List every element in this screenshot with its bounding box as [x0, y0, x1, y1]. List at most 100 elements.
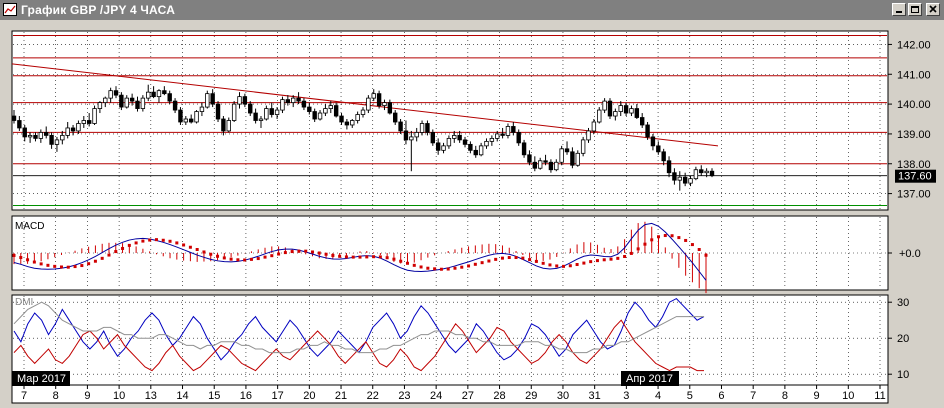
macd-signal-dot	[657, 235, 661, 239]
x-tick-label: 7	[21, 390, 27, 402]
candle-down	[49, 135, 54, 145]
x-tick-label: 9	[84, 390, 90, 402]
candle-up	[409, 136, 414, 141]
macd-signal-dot	[39, 262, 43, 266]
candle-down	[521, 142, 527, 156]
macd-signal-dot	[650, 238, 654, 242]
candle-down	[682, 176, 688, 184]
macd-signal-dot	[351, 255, 355, 259]
candle-up	[237, 96, 242, 105]
candle-down	[398, 121, 403, 132]
candle-up	[419, 123, 425, 133]
candle-up	[156, 90, 162, 98]
candle-up	[205, 93, 210, 108]
candle-up	[613, 111, 618, 117]
candle-down	[430, 132, 435, 144]
macd-signal-dot	[12, 253, 16, 257]
candle-up	[323, 108, 328, 114]
macd-signal-dot	[365, 255, 369, 259]
macd-signal-dot	[405, 261, 409, 265]
macd-signal-dot	[182, 243, 186, 247]
candle-down	[468, 143, 473, 151]
macd-signal-dot	[26, 258, 30, 262]
x-tick-label: 10	[842, 390, 854, 402]
candle-up	[226, 120, 231, 132]
macd-signal-dot	[677, 236, 681, 240]
x-tick-label: 30	[557, 390, 569, 402]
restore-button[interactable]	[908, 3, 922, 16]
candle-up	[371, 93, 376, 99]
chart-app-icon	[3, 3, 17, 16]
macd-signal-dot	[582, 261, 586, 265]
candle-up	[575, 152, 580, 166]
candle-down	[645, 124, 650, 138]
x-tick-label: 27	[462, 390, 474, 402]
candle-down	[242, 96, 248, 105]
candle-up	[54, 139, 60, 145]
macd-signal-dot	[358, 255, 362, 259]
candle-up	[559, 148, 564, 163]
macd-title: MACD	[15, 221, 44, 232]
macd-signal-dot	[304, 249, 308, 253]
chart-area[interactable]: 7 8 9 10 13 14 15 16 17 20 21 22 23 24 27 28 29 30 31 3 4 5 6 7…	[0, 20, 944, 408]
macd-signal-dot	[283, 251, 287, 255]
candle-down	[162, 90, 167, 95]
macd-signal-dot	[385, 256, 389, 260]
y-tick-label: 10	[897, 369, 909, 381]
candle-up	[355, 114, 360, 121]
macd-signal-dot	[256, 257, 260, 261]
candle-down	[221, 118, 226, 132]
candle-up	[103, 97, 108, 103]
candle-down	[376, 93, 382, 106]
candle-up	[280, 99, 285, 111]
candle-up	[382, 102, 387, 106]
candle-down	[285, 99, 291, 104]
candle-up	[146, 91, 151, 99]
macd-signal-dot	[697, 248, 701, 252]
title-bar[interactable]: График GBP /JPY 4 ЧАСА	[0, 0, 944, 20]
macd-signal-dot	[528, 258, 532, 262]
candle-down	[269, 108, 274, 115]
candle-down	[527, 154, 532, 163]
candle-down	[564, 148, 570, 153]
candle-up	[366, 97, 371, 111]
x-tick-label: 20	[303, 390, 315, 402]
close-button[interactable]	[926, 3, 940, 16]
dmi-pane	[11, 294, 889, 386]
x-tick-label: 8	[782, 390, 788, 402]
candle-down	[151, 91, 156, 98]
candle-down	[403, 130, 409, 141]
minimize-button[interactable]	[892, 3, 906, 16]
macd-signal-dot	[236, 258, 240, 262]
macd-signal-dot	[73, 265, 77, 269]
candle-down	[500, 133, 505, 136]
x-tick-label: 15	[208, 390, 220, 402]
macd-signal-dot	[453, 266, 457, 270]
macd-signal-dot	[412, 263, 416, 267]
candle-down	[570, 151, 575, 166]
x-tick-label: 16	[240, 390, 252, 402]
macd-signal-dot	[168, 239, 172, 243]
macd-signal-dot	[589, 260, 593, 264]
macd-signal-dot	[270, 254, 274, 258]
macd-signal-dot	[548, 263, 552, 267]
macd-signal-dot	[616, 256, 620, 260]
candle-down	[135, 100, 140, 109]
macd-signal-dot	[392, 257, 396, 261]
macd-signal-dot	[100, 256, 104, 260]
candle-up	[597, 109, 602, 123]
candle-up	[591, 121, 597, 132]
x-tick-label: 24	[430, 390, 442, 402]
candle-down	[178, 109, 183, 123]
candle-down	[86, 120, 92, 124]
candle-up	[350, 120, 355, 126]
macd-signal-dot	[623, 254, 627, 258]
macd-signal-dot	[195, 248, 199, 252]
macd-signal-dot	[372, 255, 376, 259]
macd-signal-dot	[480, 261, 484, 265]
x-tick-label: 3	[623, 390, 629, 402]
candle-up	[580, 139, 586, 154]
macd-signal-dot	[175, 241, 179, 245]
candle-up	[441, 145, 446, 151]
candle-down	[11, 115, 17, 121]
